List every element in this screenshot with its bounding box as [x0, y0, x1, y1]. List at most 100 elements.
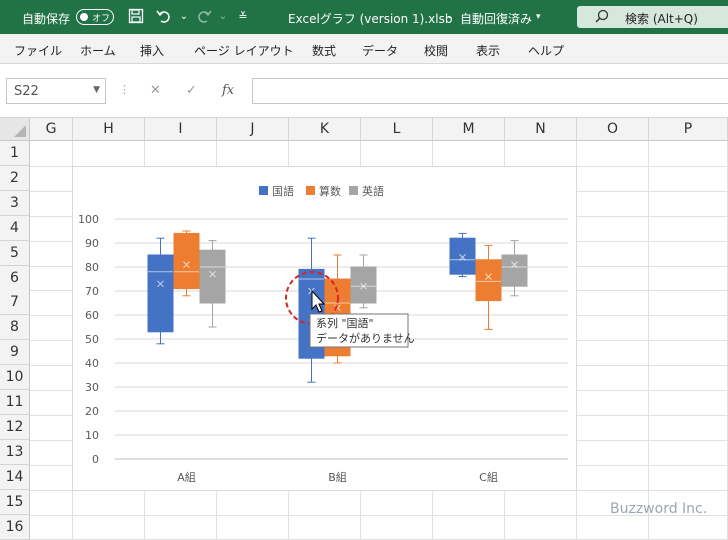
legend-swatch [306, 186, 315, 195]
box-body [173, 232, 200, 290]
row-header-10[interactable]: 10 [0, 365, 30, 391]
row-header-9[interactable]: 9 [0, 340, 30, 366]
redo-dropdown-icon: ⌄ [218, 11, 228, 22]
row-header-12[interactable]: 12 [0, 414, 30, 440]
select-all-button[interactable] [0, 118, 30, 141]
y-tick-label: 100 [78, 213, 99, 226]
y-tick-label: 50 [85, 333, 99, 346]
autosave-label: 自動保存 [22, 12, 71, 26]
search-box[interactable]: 検索 (Alt+Q) [577, 6, 728, 28]
row-header-8[interactable]: 8 [0, 315, 30, 341]
row-header-2[interactable]: 2 [0, 165, 30, 191]
chart-canvas: 0 10 20 30 40 50 60 70 80 90 100 A組 B組 C組 国語 算数 英語系列 "国語… [78, 184, 568, 484]
redo-icon [195, 8, 213, 26]
box-英語-A組 [199, 240, 226, 328]
y-tick-label: 80 [85, 261, 99, 274]
name-box-value: S22 [14, 84, 39, 99]
box-body [147, 254, 174, 333]
column-header-j[interactable]: J [217, 118, 289, 141]
search-icon [595, 9, 609, 26]
row-header-15[interactable]: 15 [0, 489, 30, 515]
column-header-n[interactable]: N [505, 118, 577, 141]
column-header-k[interactable]: K [289, 118, 361, 141]
undo-dropdown-icon[interactable]: ⌄ [175, 8, 193, 26]
title-separator: - [448, 10, 453, 24]
box-body [475, 259, 502, 302]
column-header-g[interactable]: G [30, 118, 73, 141]
legend-label: 英語 [362, 184, 384, 198]
y-tick-label: 40 [85, 357, 99, 370]
box-算数-C組 [475, 244, 502, 330]
row-header-4[interactable]: 4 [0, 215, 30, 241]
name-box-dropdown-icon[interactable]: ▼ [93, 85, 100, 95]
tab-home[interactable]: ホーム [80, 42, 116, 59]
row-header-14[interactable]: 14 [0, 464, 30, 490]
box-英語-B組 [350, 254, 377, 309]
tab-insert[interactable]: 挿入 [140, 42, 164, 59]
column-header-m[interactable]: M [433, 118, 505, 141]
tab-file[interactable]: ファイル [14, 42, 62, 59]
insert-function-icon[interactable]: fx [222, 83, 234, 98]
file-name: Excelグラフ (version 1).xlsb [288, 12, 453, 26]
autosave-state: オフ [92, 14, 111, 24]
box-plot-chart[interactable]: 0 10 20 30 40 50 60 70 80 90 100 A組 B組 C組 国語 算数 英語 系列 "国語… [72, 166, 577, 491]
title-bar: 自動保存 オフ ⌄ ⌄ ≚ Excelグラフ (version 1).xlsb … [0, 0, 728, 34]
more-options-icon: ⋮ [119, 83, 130, 96]
box-body [501, 254, 528, 287]
box-国語-A組 [147, 237, 174, 345]
y-tick-label: 10 [85, 429, 99, 442]
x-tick-label: B組 [328, 471, 347, 484]
formula-bar: S22 ▼ ⋮ ✕ ✓ fx [0, 64, 728, 118]
tab-formulas[interactable]: 数式 [312, 42, 336, 59]
box-算数-A組 [173, 230, 200, 297]
enter-icon[interactable]: ✓ [186, 83, 197, 98]
row-header-1[interactable]: 1 [0, 141, 30, 166]
tab-page-layout[interactable]: ページ レイアウト [194, 42, 294, 59]
toggle-knob [80, 13, 88, 21]
save-status-chevron-icon[interactable]: ▾ [536, 12, 541, 22]
x-tick-label: A組 [177, 471, 196, 484]
cancel-icon[interactable]: ✕ [150, 83, 161, 98]
tooltip-line-2: データがありません [316, 331, 415, 345]
column-header-p[interactable]: P [649, 118, 728, 141]
save-status[interactable]: 自動回復済み [460, 10, 532, 27]
tooltip-line-1: 系列 "国語" [316, 316, 374, 330]
tab-data[interactable]: データ [362, 42, 398, 59]
row-header-13[interactable]: 13 [0, 439, 30, 465]
search-label: 検索 (Alt+Q) [625, 12, 698, 26]
row-header-3[interactable]: 3 [0, 190, 30, 216]
box-英語-C組 [501, 240, 528, 297]
row-header-16[interactable]: 16 [0, 514, 30, 540]
name-box[interactable]: S22 ▼ [6, 78, 106, 104]
tab-review[interactable]: 校閲 [424, 42, 448, 59]
watermark: Buzzword Inc. [610, 501, 708, 517]
box-body [350, 266, 377, 304]
y-tick-label: 0 [92, 453, 99, 466]
y-tick-label: 30 [85, 381, 99, 394]
formula-input[interactable] [252, 78, 728, 104]
column-header-i[interactable]: I [145, 118, 217, 141]
column-header-h[interactable]: H [73, 118, 145, 141]
column-header-o[interactable]: O [577, 118, 649, 141]
autosave-toggle[interactable]: オフ [76, 9, 114, 25]
row-header-6[interactable]: 6 [0, 265, 30, 291]
undo-icon[interactable] [155, 8, 173, 26]
box-body [199, 249, 226, 304]
save-icon[interactable] [127, 8, 145, 26]
tab-view[interactable]: 表示 [476, 42, 500, 59]
legend-label: 国語 [272, 184, 294, 198]
tab-help[interactable]: ヘルプ [528, 42, 564, 59]
box-国語-C組 [449, 232, 476, 278]
customize-toolbar-icon[interactable]: ≚ [234, 8, 252, 26]
row-header-7[interactable]: 7 [0, 290, 30, 316]
y-tick-label: 70 [85, 285, 99, 298]
legend-swatch [259, 186, 268, 195]
ribbon-tabs: ファイル ホーム 挿入 ページ レイアウト 数式 データ 校閲 表示 ヘルプ [0, 34, 728, 64]
legend-swatch [349, 186, 358, 195]
row-header-5[interactable]: 5 [0, 240, 30, 266]
y-tick-label: 20 [85, 405, 99, 418]
legend-label: 算数 [319, 184, 341, 198]
column-header-l[interactable]: L [361, 118, 433, 141]
box-body [449, 237, 476, 275]
row-header-11[interactable]: 11 [0, 390, 30, 415]
